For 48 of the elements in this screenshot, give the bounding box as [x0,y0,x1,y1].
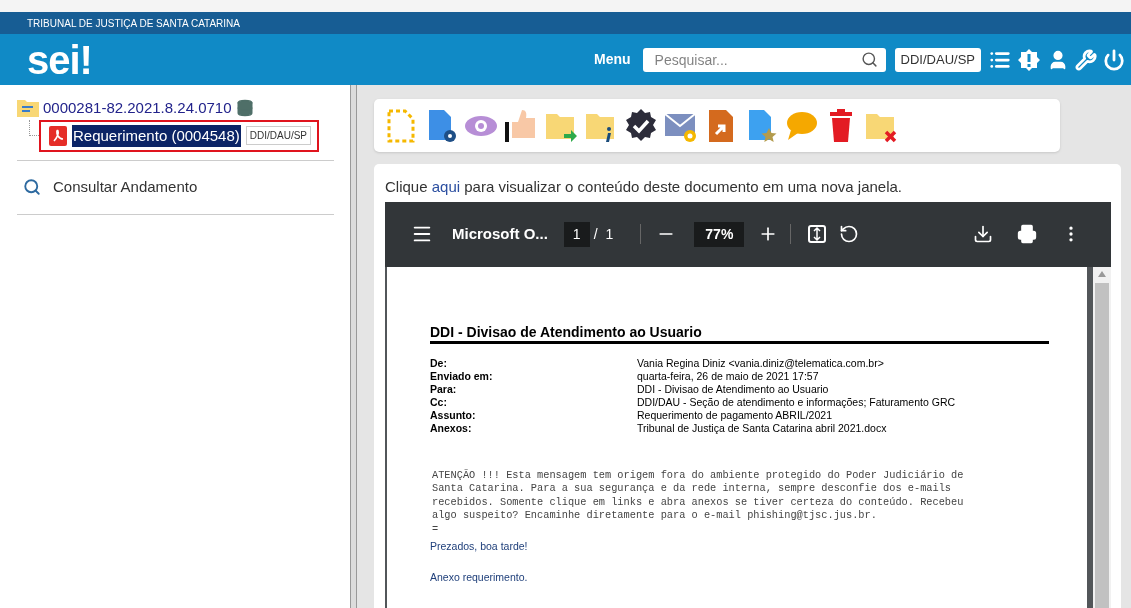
search-field[interactable]: Pesquisar... [642,47,886,72]
search-icon[interactable] [860,50,878,68]
menu-button[interactable]: Menu [594,49,631,70]
field-label: Cc: [430,395,448,409]
power-icon[interactable] [1103,48,1125,71]
field-value: Tribunal de Justiça de Santa Catarina abril 2021.docx [637,421,888,435]
search-icon [23,178,41,197]
download-icon[interactable] [973,224,993,244]
field-value: DDI/DAU - Seção de atendimento e informações; Faturamento GRC [637,395,957,409]
folder-icon[interactable] [17,99,39,118]
alert-icon[interactable] [1017,47,1041,72]
consult-link[interactable]: Consultar Andamento [53,176,198,199]
verified-badge-icon[interactable] [624,107,658,144]
thumbs-up-icon[interactable] [504,107,538,144]
page-field[interactable]: 1 [563,221,590,247]
scrollbar[interactable] [1093,266,1111,608]
page-count: 1 [605,224,614,244]
document-heading: DDI - Divisao de Atendimento ao Usuario [430,325,1049,344]
logo[interactable]: sei! [27,39,92,80]
unit-button[interactable]: DDI/DAU/SP [894,47,981,72]
page-separator: / [593,224,598,244]
field-label: Para: [430,382,458,396]
document-row[interactable]: Requerimento (0004548) DDI/DAU/SP [39,119,319,152]
document-link[interactable]: Requerimento (0004548) [72,124,241,147]
field-label: Enviado em: [430,369,494,383]
notice-text: Clique aqui para visualizar o conteúdo deste documento em uma nova janela. [385,177,903,197]
tools-icon[interactable] [1075,48,1097,71]
field-value: DDI - Divisao de Atendimento ao Usuario [637,382,830,396]
field-label: Anexos: [430,421,473,435]
pdf-title: Microsoft O... [452,223,548,244]
here-link[interactable]: aqui [431,178,461,195]
process-link[interactable]: 0000281-82.2021.8.24.0710 [43,97,232,120]
zoom-field[interactable]: 77% [694,221,745,247]
greeting-text: Prezados, boa tarde! [430,539,529,553]
field-label: De: [430,356,448,370]
body-text: Anexo requerimento. [430,570,529,584]
pdf-icon [49,125,67,146]
field-value: quarta-feira, 26 de maio de 2021 17:57 [637,369,820,383]
field-value: Requerimento de pagamento ABRIL/2021 [637,408,833,422]
warning-text: ATENÇÃO !!! Esta mensagem tem origem fora do ambiente protegido do Poder Judiciário de Santa Catarina. Para a sua segurança e da rede interna, sempre desconfie dos e-mails recebidos. Somente clique em links e abra anexos se tiver certeza do conteúdo. Recebeu algo suspeito? Encaminhe diretamente para o e-mail phishing@tjsc.jus.br. [432,468,965,523]
separator-text: = [432,522,440,536]
field-value: Vania Regina Diniz <vania.diniz@telematica.com.br> [637,356,885,370]
fit-page-icon[interactable] [807,224,828,244]
unit-tag: DDI/DAU/SP [245,126,311,146]
rotate-icon[interactable] [839,224,860,244]
field-label: Assunto: [430,408,477,422]
scroll-up-icon [1098,270,1106,277]
organization-name: TRIBUNAL DE JUSTIÇA DE SANTA CATARINA [27,16,240,31]
